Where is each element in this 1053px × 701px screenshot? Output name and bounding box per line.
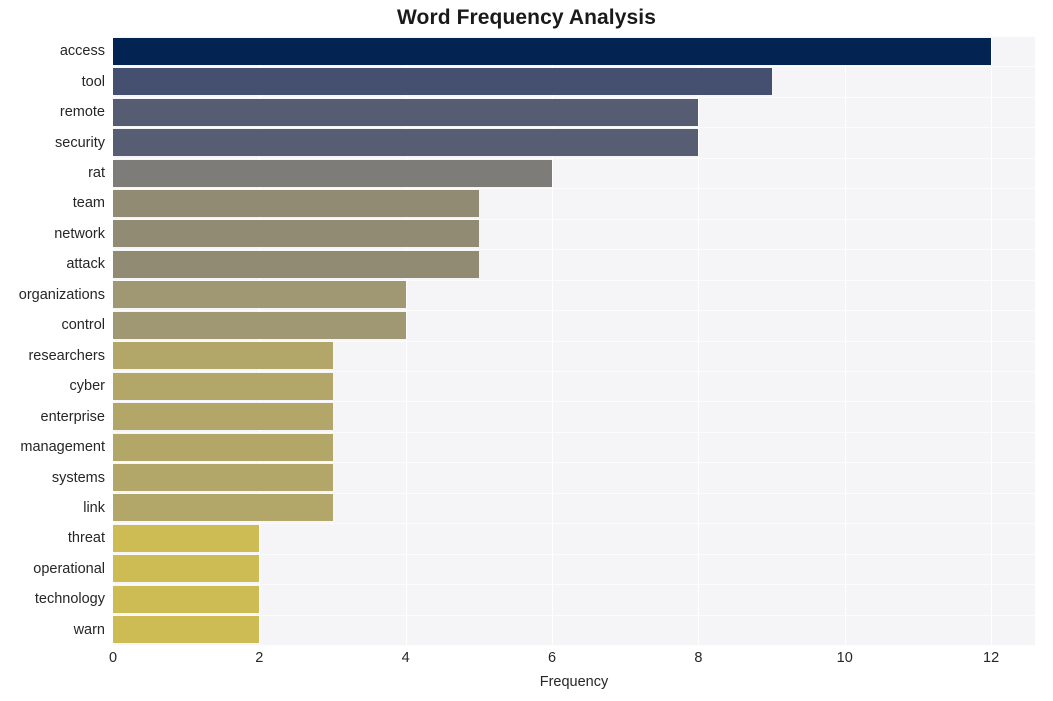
bar-management[interactable]: [113, 433, 333, 461]
gridline-y: [113, 249, 1035, 250]
y-tick-label-warn: warn: [73, 621, 105, 638]
y-tick-label-organizations: organizations: [18, 286, 105, 303]
y-tick-label-attack: attack: [66, 256, 105, 273]
bar-operational[interactable]: [113, 555, 260, 583]
y-tick-label-systems: systems: [51, 469, 105, 486]
gridline-y: [113, 645, 1035, 646]
chart-title: Word Frequency Analysis: [396, 6, 657, 29]
y-tick-label-remote: remote: [59, 104, 105, 121]
x-tick-label-6: 6: [548, 650, 557, 666]
bar-warn[interactable]: [113, 616, 260, 644]
gridline-y: [113, 523, 1035, 524]
y-tick-label-operational: operational: [33, 560, 105, 577]
y-tick-label-researchers: researchers: [28, 347, 105, 364]
x-tick-label-10: 10: [836, 650, 853, 666]
y-tick-label-team: team: [72, 195, 105, 212]
x-tick-label-4: 4: [401, 650, 410, 666]
word-frequency-chart: Word Frequency Analysis access tool remote…: [0, 0, 1053, 701]
bar-network[interactable]: [113, 220, 479, 248]
x-axis-title: Frequency: [539, 674, 609, 690]
gridline-y: [113, 188, 1035, 189]
y-tick-label-enterprise: enterprise: [40, 408, 105, 425]
gridline-y: [113, 401, 1035, 402]
y-tick-label-tool: tool: [81, 73, 105, 90]
bar-systems[interactable]: [113, 464, 333, 492]
bar-threat[interactable]: [113, 524, 260, 552]
bar-access[interactable]: [113, 37, 992, 65]
bar-remote[interactable]: [113, 98, 699, 126]
x-axis-tick-labels: 0 2 4 6 8 10 12: [0, 650, 1053, 672]
bar-team[interactable]: [113, 189, 479, 217]
gridline-y: [113, 462, 1035, 463]
plot-area: [113, 36, 1035, 646]
y-tick-label-cyber: cyber: [69, 378, 105, 395]
bar-technology[interactable]: [113, 585, 260, 613]
bar-security[interactable]: [113, 129, 699, 157]
y-tick-label-rat: rat: [88, 165, 105, 182]
gridline-y: [113, 66, 1035, 67]
bar-organizations[interactable]: [113, 281, 406, 309]
y-tick-label-security: security: [55, 134, 105, 151]
y-tick-label-technology: technology: [34, 591, 105, 608]
bar-researchers[interactable]: [113, 342, 333, 370]
bar-link[interactable]: [113, 494, 333, 522]
y-tick-label-control: control: [61, 317, 105, 334]
y-tick-label-network: network: [54, 225, 105, 242]
bar-enterprise[interactable]: [113, 403, 333, 431]
y-tick-label-management: management: [20, 439, 105, 456]
bar-control[interactable]: [113, 311, 406, 339]
y-tick-label-access: access: [59, 43, 105, 60]
gridline-y: [113, 127, 1035, 128]
bar-attack[interactable]: [113, 250, 479, 278]
x-tick-label-12: 12: [983, 650, 1000, 666]
x-tick-label-8: 8: [694, 650, 703, 666]
y-tick-label-link: link: [83, 499, 105, 516]
x-tick-label-2: 2: [255, 650, 264, 666]
y-axis-tick-labels: access tool remote security rat team network at…: [0, 36, 105, 645]
x-tick-label-0: 0: [108, 650, 118, 666]
bar-tool[interactable]: [113, 68, 772, 96]
bar-rat[interactable]: [113, 159, 553, 187]
bar-cyber[interactable]: [113, 372, 333, 400]
y-tick-label-threat: threat: [67, 530, 105, 547]
